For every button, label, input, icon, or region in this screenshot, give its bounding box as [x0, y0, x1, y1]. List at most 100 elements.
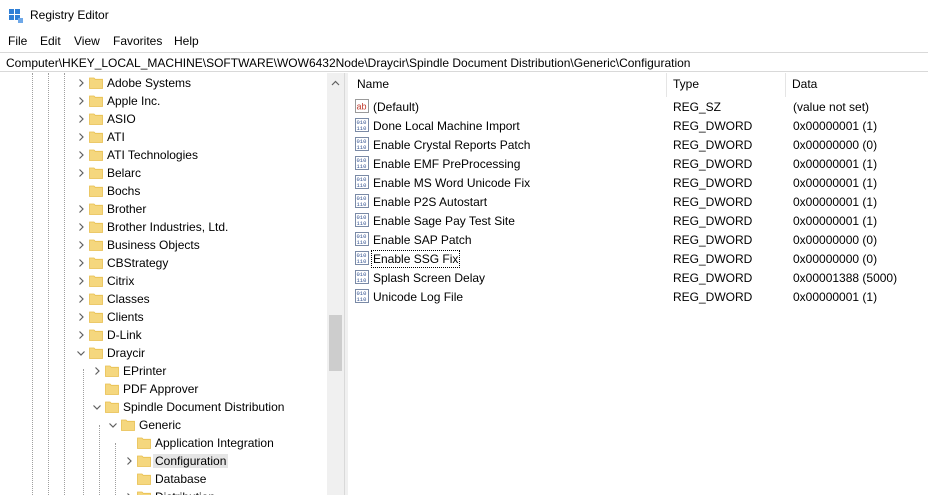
tree-item-database[interactable]: Database [0, 470, 330, 488]
tree-item-pdf-approver[interactable]: PDF Approver [0, 380, 330, 398]
chevron-right-icon[interactable] [76, 204, 86, 214]
binary-value-icon: 010 110 [355, 137, 369, 151]
value-name[interactable]: Done Local Machine Import [373, 119, 520, 133]
tree-item-label: Configuration [153, 454, 229, 468]
tree-item-clients[interactable]: Clients [0, 308, 330, 326]
value-data: 0x00000001 (1) [793, 119, 878, 133]
tree-item-ati[interactable]: ATI [0, 128, 330, 146]
value-row[interactable]: 010 110 Unicode Log File REG_DWORD 0x0000000… [349, 287, 928, 306]
tree-item-configuration[interactable]: Configuration [0, 452, 330, 470]
value-name[interactable]: Enable MS Word Unicode Fix [373, 176, 530, 190]
value-name[interactable]: Enable Crystal Reports Patch [373, 138, 530, 152]
value-row[interactable]: 010 110 Enable Sage Pay Test Site REG_DWORD… [349, 211, 928, 230]
tree-item-spindle-document-distribution[interactable]: Spindle Document Distribution [0, 398, 330, 416]
folder-icon [137, 490, 151, 495]
folder-icon [89, 274, 103, 287]
tree-item-d-link[interactable]: D-Link [0, 326, 330, 344]
chevron-right-icon[interactable] [76, 312, 86, 322]
tree-item-adobe-systems[interactable]: Adobe Systems [0, 74, 330, 92]
value-name[interactable]: Splash Screen Delay [373, 271, 485, 285]
value-row[interactable]: 010 110 Enable SAP Patch REG_DWORD 0x0000000… [349, 230, 928, 249]
value-name[interactable]: Enable SAP Patch [373, 233, 472, 247]
address-path[interactable]: Computer\HKEY_LOCAL_MACHINE\SOFTWARE\WOW… [6, 56, 690, 70]
value-row[interactable]: ab (Default) REG_SZ (value not set) [349, 97, 928, 116]
tree-scrollbar[interactable] [327, 73, 344, 495]
chevron-right-icon[interactable] [76, 114, 86, 124]
scroll-up-icon[interactable] [331, 77, 340, 86]
menu-file[interactable]: File [8, 34, 27, 48]
chevron-right-icon[interactable] [76, 168, 86, 178]
tree-item-classes[interactable]: Classes [0, 290, 330, 308]
value-type: REG_DWORD [673, 252, 753, 266]
chevron-down-icon[interactable] [76, 348, 86, 358]
value-name[interactable]: Enable P2S Autostart [373, 195, 487, 209]
tree-item-label: Bochs [107, 184, 141, 198]
tree-item-generic[interactable]: Generic [0, 416, 330, 434]
column-divider[interactable] [666, 73, 667, 97]
tree-item-asio[interactable]: ASIO [0, 110, 330, 128]
column-header-type[interactable]: Type [673, 77, 699, 91]
value-row[interactable]: 010 110 Enable EMF PreProcessing REG_DWORD 0… [349, 154, 928, 173]
pane-splitter[interactable] [344, 73, 348, 495]
folder-icon [89, 220, 103, 233]
value-name[interactable]: Enable Sage Pay Test Site [373, 214, 515, 228]
tree-item-business-objects[interactable]: Business Objects [0, 236, 330, 254]
column-header-data[interactable]: Data [792, 77, 817, 91]
chevron-right-icon[interactable] [76, 78, 86, 88]
tree-item-draycir[interactable]: Draycir [0, 344, 330, 362]
menu-favorites[interactable]: Favorites [113, 34, 162, 48]
value-row[interactable]: 010 110 Enable SSG Fix REG_DWORD 0x00000000 … [349, 249, 928, 268]
values-list[interactable]: Name Type Data ab (Default) REG_SZ (value n… [349, 73, 928, 495]
menu-view[interactable]: View [74, 34, 100, 48]
tree-item-distribution[interactable]: Distribution [0, 488, 330, 495]
chevron-right-icon[interactable] [76, 294, 86, 304]
chevron-right-icon[interactable] [76, 222, 86, 232]
chevron-right-icon[interactable] [76, 240, 86, 250]
chevron-right-icon[interactable] [76, 150, 86, 160]
value-name[interactable]: Enable SSG Fix [370, 250, 461, 268]
tree-item-brother-industries-ltd[interactable]: Brother Industries, Ltd. [0, 218, 330, 236]
chevron-right-icon[interactable] [124, 456, 134, 466]
tree-item-eprinter[interactable]: EPrinter [0, 362, 330, 380]
binary-value-icon: 010 110 [355, 270, 369, 284]
tree-item-ati-technologies[interactable]: ATI Technologies [0, 146, 330, 164]
menu-help[interactable]: Help [174, 34, 199, 48]
scrollbar-thumb[interactable] [329, 315, 342, 371]
folder-icon [89, 238, 103, 251]
value-data: 0x00000001 (1) [793, 176, 878, 190]
tree-item-bochs[interactable]: Bochs [0, 182, 330, 200]
chevron-down-icon[interactable] [92, 402, 102, 412]
value-row[interactable]: 010 110 Splash Screen Delay REG_DWORD 0x0000… [349, 268, 928, 287]
chevron-right-icon[interactable] [76, 96, 86, 106]
svg-text:110: 110 [357, 277, 367, 284]
value-row[interactable]: 010 110 Enable MS Word Unicode Fix REG_DWOR… [349, 173, 928, 192]
tree-item-belarc[interactable]: Belarc [0, 164, 330, 182]
column-divider[interactable] [785, 73, 786, 97]
tree-item-brother[interactable]: Brother [0, 200, 330, 218]
chevron-down-icon[interactable] [108, 420, 118, 430]
value-name[interactable]: (Default) [373, 100, 419, 114]
tree-item-label: Application Integration [155, 436, 274, 450]
tree-item-cbstrategy[interactable]: CBStrategy [0, 254, 330, 272]
chevron-right-icon[interactable] [76, 276, 86, 286]
tree-item-label: Brother [107, 202, 147, 216]
value-type: REG_SZ [673, 100, 722, 114]
value-row[interactable]: 010 110 Enable Crystal Reports Patch REG_DW… [349, 135, 928, 154]
folder-icon [89, 184, 103, 197]
tree-item-application-integration[interactable]: Application Integration [0, 434, 330, 452]
address-bar[interactable]: Computer\HKEY_LOCAL_MACHINE\SOFTWARE\WOW… [0, 52, 928, 72]
tree-item-label: Draycir [107, 346, 145, 360]
chevron-right-icon[interactable] [92, 366, 102, 376]
key-tree[interactable]: Adobe Systems Apple Inc. ASIO ATI ATI Techno… [0, 73, 344, 495]
chevron-right-icon[interactable] [76, 132, 86, 142]
value-row[interactable]: 010 110 Done Local Machine Import REG_DWORD… [349, 116, 928, 135]
chevron-right-icon[interactable] [76, 258, 86, 268]
chevron-right-icon[interactable] [76, 330, 86, 340]
menu-edit[interactable]: Edit [40, 34, 61, 48]
value-name[interactable]: Unicode Log File [373, 290, 463, 304]
tree-item-apple-inc[interactable]: Apple Inc. [0, 92, 330, 110]
value-row[interactable]: 010 110 Enable P2S Autostart REG_DWORD 0x000… [349, 192, 928, 211]
tree-item-citrix[interactable]: Citrix [0, 272, 330, 290]
column-header-name[interactable]: Name [357, 77, 389, 91]
value-name[interactable]: Enable EMF PreProcessing [373, 157, 520, 171]
